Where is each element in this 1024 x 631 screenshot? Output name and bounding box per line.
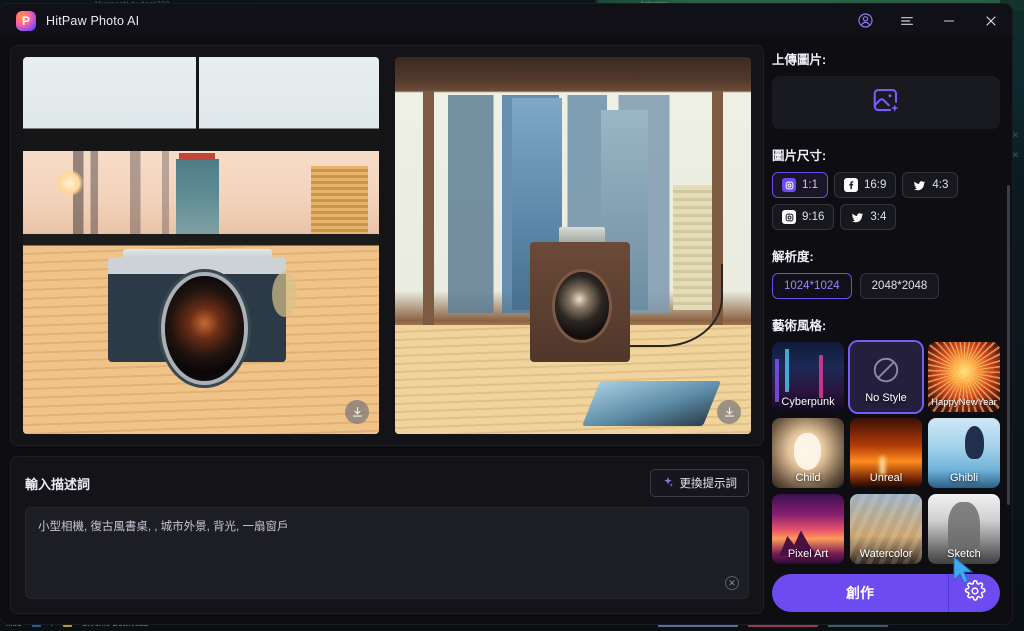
aspect-ratio-label: 9:16 [802, 211, 825, 223]
menu-icon[interactable] [886, 4, 928, 37]
art-style-label: No Style [865, 392, 907, 404]
aspect-ratio-label: 16:9 [864, 179, 887, 191]
window-controls [844, 4, 1012, 37]
gear-icon [964, 579, 986, 607]
art-style-label: Ghibli [949, 472, 979, 484]
art-style-ghibli[interactable]: Ghibli [928, 418, 1000, 488]
facebook-icon [844, 178, 858, 192]
twitter-icon [850, 210, 864, 224]
aspect-ratio-16-9[interactable]: 16:9 [834, 172, 897, 198]
app-logo-glyph: P [21, 13, 30, 28]
change-prompt-label: 更換提示詞 [679, 478, 738, 490]
art-style-happynewyear[interactable]: HappyNewYear [928, 342, 1000, 412]
generated-image-2[interactable] [395, 57, 751, 434]
aspect-ratio-options: 1:1 16:9 4:3 9:16 3:4 [772, 172, 1000, 230]
instagram-icon [782, 178, 796, 192]
aspect-ratio-1-1[interactable]: 1:1 [772, 172, 828, 198]
clear-icon[interactable]: ✕ [725, 576, 739, 590]
resolution-2048*2048[interactable]: 2048*2048 [859, 273, 940, 299]
prompt-panel: 輸入描述詞 更換提示詞 小型相機, 復古風書桌, , 城市外景, 背光, 一扇窗… [10, 456, 764, 614]
art-style-no-style[interactable]: No Style [850, 342, 922, 412]
aspect-ratio-3-4[interactable]: 3:4 [840, 204, 897, 230]
art-style-sketch[interactable]: Sketch [928, 494, 1000, 564]
prompt-input[interactable]: 小型相機, 復古風書桌, , 城市外景, 背光, 一扇窗戶 ✕ [25, 507, 749, 599]
create-button[interactable]: 創作 [772, 574, 948, 612]
settings-panel: 上傳圖片: 圖片尺寸: 1:1 16:9 4:3 9:16 3:4 解析度: 1024*… [772, 37, 1012, 624]
app-title: HitPaw Photo AI [46, 13, 140, 28]
art-style-label: Unreal [869, 472, 903, 484]
left-column: 輸入描述詞 更換提示詞 小型相機, 復古風書桌, , 城市外景, 背光, 一扇窗… [0, 37, 772, 624]
aspect-ratio-label: 4:3 [932, 179, 949, 191]
art-style-grid: Cyberpunk No Style HappyNewYear Child Unreal… [772, 342, 1000, 564]
title-bar[interactable]: P HitPaw Photo AI [0, 4, 1012, 37]
prompt-header: 輸入描述詞 更換提示詞 [25, 469, 749, 497]
resolution-1024*1024[interactable]: 1024*1024 [772, 273, 852, 299]
app-window: P HitPaw Photo AI 輸入描述詞 更換提示詞 小型相機, 復古風書… [0, 4, 1012, 624]
upload-image-dropzone[interactable] [772, 76, 1000, 129]
sparkle-icon [662, 476, 674, 491]
styles-label: 藝術風格: [772, 319, 827, 333]
art-style-label: Sketch [947, 548, 981, 560]
instagram-icon [782, 210, 796, 224]
art-style-label: Cyberpunk [781, 396, 835, 408]
generated-image-1-art [23, 57, 379, 434]
aspect-ratio-9-16[interactable]: 9:16 [772, 204, 835, 230]
app-logo-icon: P [16, 10, 36, 31]
create-settings-button[interactable] [948, 555, 1000, 612]
preview-panel [10, 45, 764, 446]
art-style-label: HappyNewYear [931, 397, 997, 408]
art-style-watercolor[interactable]: Watercolor [850, 494, 922, 564]
twitter-icon [912, 178, 926, 192]
upload-label: 上傳圖片: [772, 53, 827, 67]
size-label: 圖片尺寸: [772, 149, 827, 163]
generated-image-2-art [395, 57, 751, 434]
prompt-text[interactable]: 小型相機, 復古風書桌, , 城市外景, 背光, 一扇窗戶 [38, 518, 736, 536]
aspect-ratio-label: 1:1 [802, 179, 818, 191]
close-icon[interactable] [970, 4, 1012, 37]
aspect-ratio-4-3[interactable]: 4:3 [902, 172, 959, 198]
desktop-mark-1: ✕ [1011, 130, 1019, 140]
prompt-label: 輸入描述詞 [25, 476, 91, 492]
generated-image-1[interactable] [23, 57, 379, 434]
art-style-label: Watercolor [859, 548, 913, 560]
app-body: 輸入描述詞 更換提示詞 小型相機, 復古風書桌, , 城市外景, 背光, 一扇窗… [0, 37, 1012, 624]
desktop-mark-2: ✕ [1011, 150, 1019, 160]
art-style-pixel-art[interactable]: Pixel Art [772, 494, 844, 564]
change-prompt-button[interactable]: 更換提示詞 [649, 469, 749, 497]
panel-scrollbar[interactable] [1007, 185, 1010, 505]
download-icon[interactable] [345, 400, 369, 424]
image-add-icon [871, 85, 901, 120]
art-style-cyberpunk[interactable]: Cyberpunk [772, 342, 844, 412]
minimize-icon[interactable] [928, 4, 970, 37]
download-icon[interactable] [717, 400, 741, 424]
resolution-options: 1024*1024 2048*2048 [772, 273, 1000, 299]
account-icon[interactable] [844, 4, 886, 37]
art-style-child[interactable]: Child [772, 418, 844, 488]
create-bar: 創作 [772, 555, 1000, 624]
create-button-label: 創作 [846, 585, 874, 601]
aspect-ratio-label: 3:4 [870, 211, 887, 223]
art-style-label: Child [795, 472, 821, 484]
resolution-label: 解析度: [772, 250, 814, 264]
art-style-unreal[interactable]: Unreal [850, 418, 922, 488]
art-style-label: Pixel Art [787, 548, 829, 560]
